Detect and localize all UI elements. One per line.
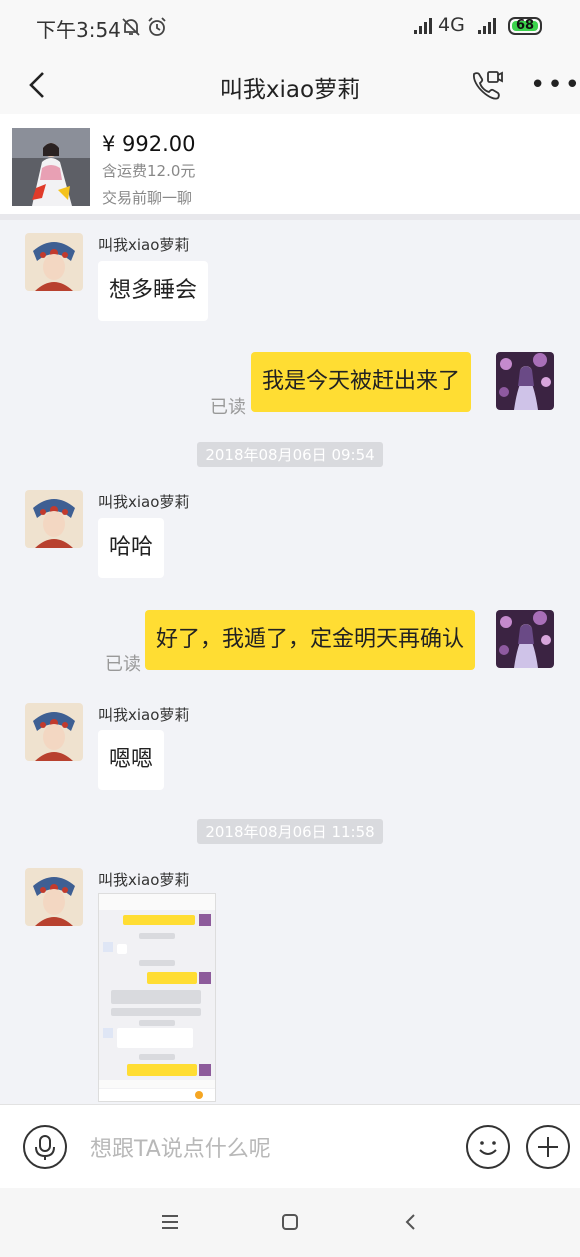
- message-bubble[interactable]: 哈哈: [98, 518, 165, 578]
- timestamp: 2018年08月06日 09:54: [0, 442, 580, 467]
- system-nav-bar: [0, 1188, 580, 1257]
- product-shipping: 含运费12.0元: [102, 162, 196, 180]
- message-bubble[interactable]: 想多睡会: [98, 261, 209, 321]
- voice-input-button[interactable]: [23, 1125, 67, 1169]
- sender-name: 叫我xiao萝莉: [98, 493, 190, 511]
- signal-icon: [414, 18, 436, 34]
- timestamp-text: 2018年08月06日 11:58: [197, 819, 383, 844]
- emoji-button[interactable]: [466, 1125, 510, 1169]
- nav-bar: 叫我xiao萝莉 •••: [0, 56, 580, 114]
- plus-icon: [538, 1137, 558, 1157]
- read-status: 已读: [105, 654, 141, 675]
- smiley-icon: [479, 1141, 497, 1155]
- sender-name: 叫我xiao萝莉: [98, 236, 190, 254]
- product-card[interactable]: ¥ 992.00 含运费12.0元 交易前聊一聊: [0, 114, 580, 214]
- image-message[interactable]: [98, 893, 216, 1102]
- timestamp-text: 2018年08月06日 09:54: [197, 442, 383, 467]
- pre-trade-prompt: 交易前聊一聊: [102, 189, 193, 207]
- microphone-icon: [35, 1135, 55, 1160]
- avatar[interactable]: [25, 490, 83, 548]
- voice-video-call-icon[interactable]: [468, 68, 504, 104]
- add-attachment-button[interactable]: [526, 1125, 570, 1169]
- message-bubble[interactable]: 我是今天被赶出来了: [251, 352, 472, 412]
- avatar[interactable]: [25, 703, 83, 761]
- read-status: 已读: [210, 397, 246, 418]
- back-icon[interactable]: [402, 1212, 418, 1232]
- my-avatar[interactable]: [496, 352, 554, 410]
- input-bar: 想跟TA说点什么呢: [0, 1104, 580, 1189]
- message-input[interactable]: 想跟TA说点什么呢: [90, 1131, 271, 1163]
- network-type: 4G: [438, 14, 465, 36]
- product-image[interactable]: [12, 128, 90, 206]
- more-options-icon[interactable]: •••: [530, 70, 580, 100]
- sender-name: 叫我xiao萝莉: [98, 871, 190, 889]
- message-bubble[interactable]: 嗯嗯: [98, 730, 165, 790]
- message-bubble[interactable]: 好了，我遁了，定金明天再确认: [145, 610, 476, 670]
- battery-level: 68: [515, 18, 535, 33]
- alarm-icon: [148, 17, 166, 36]
- avatar[interactable]: [25, 868, 83, 926]
- status-time: 下午3:54: [36, 18, 121, 42]
- mute-bell-icon: [122, 18, 140, 36]
- signal-icon-2: [478, 18, 500, 34]
- home-icon[interactable]: [280, 1212, 300, 1232]
- product-price: ¥ 992.00: [102, 132, 196, 156]
- my-avatar[interactable]: [496, 610, 554, 668]
- status-bar: 下午3:54 4G 68: [0, 0, 580, 56]
- divider: [0, 214, 580, 220]
- avatar[interactable]: [25, 233, 83, 291]
- timestamp: 2018年08月06日 11:58: [0, 819, 580, 844]
- battery-icon: 68: [508, 17, 542, 35]
- sender-name: 叫我xiao萝莉: [98, 706, 190, 724]
- menu-icon[interactable]: [160, 1214, 180, 1230]
